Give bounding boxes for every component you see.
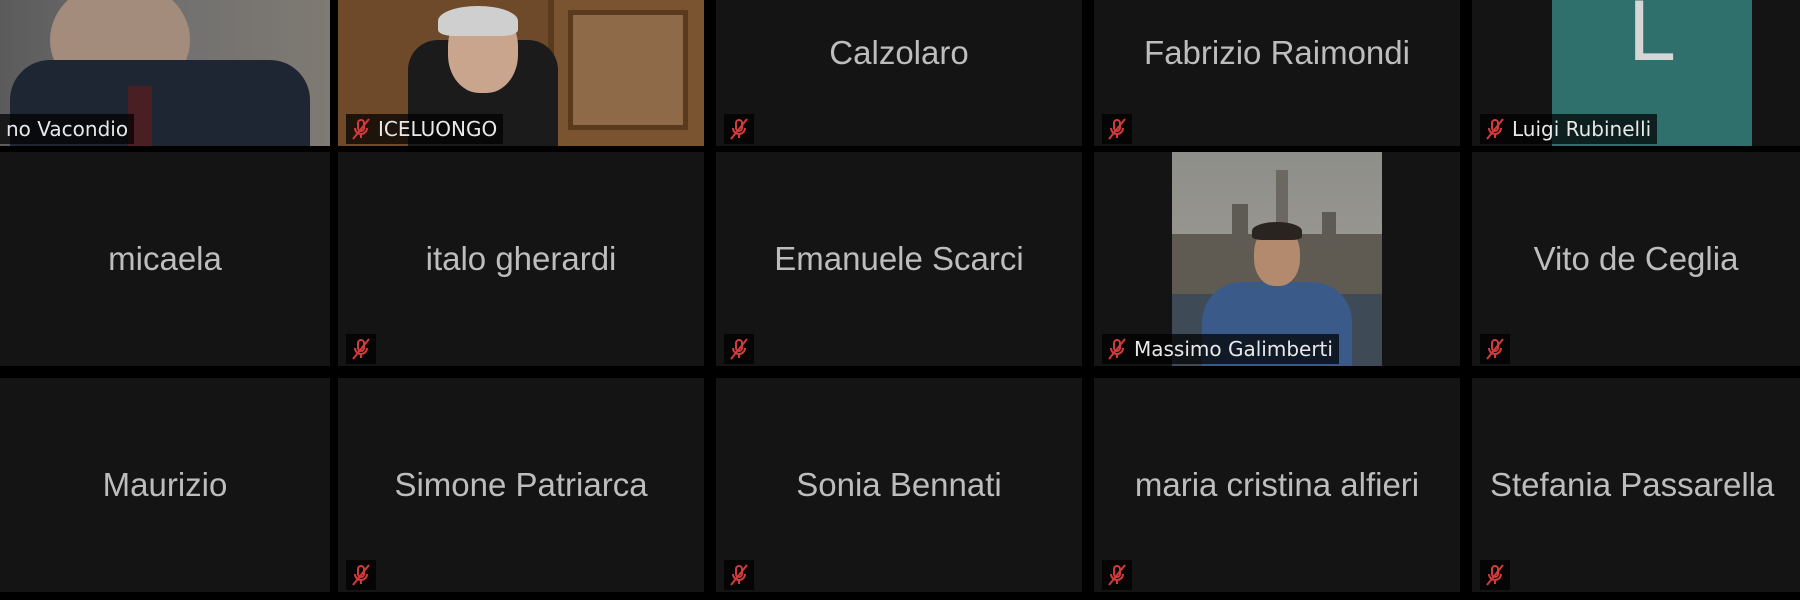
participant-name: Stefania Passarella	[1490, 466, 1775, 503]
participant-tile-iceluongo[interactable]: ICELUONGO	[338, 0, 704, 146]
avatar-letter: L	[1628, 0, 1676, 79]
participant-name: Maurizio	[102, 466, 228, 503]
participant-name: ICELUONGO	[378, 117, 498, 141]
muted-indicator	[346, 334, 376, 364]
participant-name: Massimo Galimberti	[1134, 337, 1333, 361]
participant-tile-de-ceglia[interactable]: Vito de Ceglia	[1472, 152, 1800, 366]
muted-mic-icon	[1108, 338, 1126, 360]
muted-mic-icon	[1486, 118, 1504, 140]
participant-name: Emanuele Scarci	[774, 240, 1024, 277]
participant-name: Luigi Rubinelli	[1512, 117, 1652, 141]
muted-mic-icon	[730, 338, 748, 360]
participant-name: italo gherardi	[425, 240, 617, 277]
muted-indicator	[1480, 560, 1510, 590]
muted-indicator	[346, 560, 376, 590]
participant-grid: no Vacondio ICELUONGO Calzolaro Fabrizio…	[0, 0, 1800, 600]
participant-tile-micaela[interactable]: micaela	[0, 152, 330, 366]
participant-name: Simone Patriarca	[394, 466, 648, 503]
participant-tile-bennati[interactable]: Sonia Bennati	[716, 378, 1082, 592]
muted-mic-icon	[352, 338, 370, 360]
participant-name: micaela	[108, 240, 222, 277]
muted-mic-icon	[730, 564, 748, 586]
participant-name: maria cristina alfieri	[1134, 466, 1420, 503]
muted-mic-icon	[352, 564, 370, 586]
participant-name-label: Luigi Rubinelli	[1480, 114, 1658, 144]
muted-indicator	[1480, 334, 1510, 364]
muted-mic-icon	[352, 118, 370, 140]
participant-tile-patriarca[interactable]: Simone Patriarca	[338, 378, 704, 592]
muted-mic-icon	[730, 118, 748, 140]
muted-mic-icon	[1486, 564, 1504, 586]
participant-tile-alfieri[interactable]: maria cristina alfieri	[1094, 378, 1460, 592]
muted-indicator	[724, 334, 754, 364]
participant-name: Fabrizio Raimondi	[1144, 34, 1410, 71]
participant-tile-raimondi[interactable]: Fabrizio Raimondi	[1094, 0, 1460, 146]
muted-mic-icon	[1108, 564, 1126, 586]
participant-tile-scarci[interactable]: Emanuele Scarci	[716, 152, 1082, 366]
participant-name: no Vacondio	[6, 117, 129, 141]
participant-tile-vacondio[interactable]: no Vacondio	[0, 0, 330, 146]
participant-name: Calzolaro	[829, 34, 969, 71]
participant-name-label: ICELUONGO	[346, 114, 504, 144]
participant-tile-rubinelli[interactable]: L Luigi Rubinelli	[1472, 0, 1800, 146]
muted-indicator	[1102, 560, 1132, 590]
muted-indicator	[724, 114, 754, 144]
muted-indicator	[724, 560, 754, 590]
participant-name: Sonia Bennati	[796, 466, 1002, 503]
participant-tile-calzolaro[interactable]: Calzolaro	[716, 0, 1082, 146]
participant-name: Vito de Ceglia	[1533, 240, 1739, 277]
muted-mic-icon	[1486, 338, 1504, 360]
participant-tile-maurizio[interactable]: Maurizio	[0, 378, 330, 592]
participant-tile-gherardi[interactable]: italo gherardi	[338, 152, 704, 366]
muted-mic-icon	[1108, 118, 1126, 140]
participant-name-label: no Vacondio	[0, 114, 135, 144]
muted-indicator	[1102, 114, 1132, 144]
participant-name-label: Massimo Galimberti	[1102, 334, 1339, 364]
participant-tile-galimberti[interactable]: Massimo Galimberti	[1094, 152, 1460, 366]
participant-tile-passarella[interactable]: Stefania Passarella	[1472, 378, 1800, 592]
